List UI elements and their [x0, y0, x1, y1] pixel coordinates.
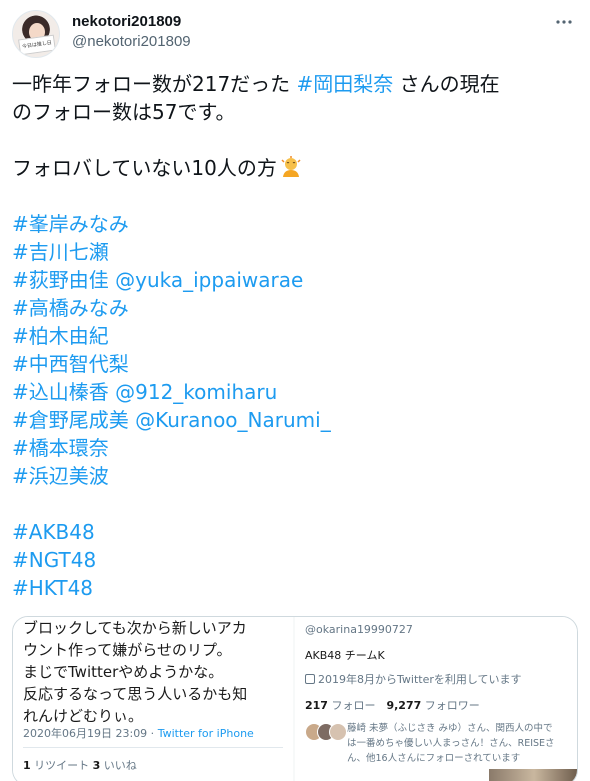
hashtag-link[interactable]: #岡田梨奈: [297, 72, 394, 96]
screenshot-tweet-text: ブロックしても次から新しいアカ ウント作って嫌がらせのリプ。 まじでTwitte…: [23, 617, 289, 727]
tweet-text: さんの現在: [393, 72, 500, 96]
hashtag-link[interactable]: #峯岸みなみ: [12, 212, 129, 236]
following-count: 217: [305, 699, 328, 712]
author-names: nekotori201809 @nekotori201809: [72, 12, 191, 52]
timestamp-text: 2020年06月19日 23:09 ·: [23, 727, 158, 740]
tweet-line-3: フォロバしていない10人の方: [12, 154, 578, 182]
profile-joined: 2019年8月からTwitterを利用しています: [305, 671, 522, 687]
hashtag-link[interactable]: #AKB48: [12, 518, 578, 546]
media-image-profile-screenshot[interactable]: @okarina19990727 AKB48 チームK 2019年8月からTwi…: [295, 617, 577, 781]
tweet-text: フォロバしていない10人の方: [12, 156, 277, 180]
tweet-text: 一昨年フォロー数が217だった: [12, 72, 297, 96]
author-avatar[interactable]: 今日は推し日: [12, 10, 60, 58]
media-image-tweet-screenshot[interactable]: ブロックしても次から新しいアカ ウント作って嫌がらせのリプ。 まじでTwitte…: [13, 617, 293, 781]
hashtag-link[interactable]: #中西智代梨: [12, 352, 129, 376]
hashtag-link[interactable]: #柏木由紀: [12, 324, 109, 348]
screenshot-text-line: ブロックしても次から新しいアカ: [23, 619, 247, 637]
screenshot-text-line: ウント作って嫌がらせのリプ。: [23, 641, 232, 659]
mention-link[interactable]: @Kuranoo_Narumi_: [129, 408, 331, 432]
mention-link[interactable]: @yuka_ippaiwarae: [109, 268, 303, 292]
screenshot-text-line: まじでTwitterやめようかな。: [23, 663, 224, 681]
attached-media[interactable]: ブロックしても次から新しいアカ ウント作って嫌がらせのリプ。 まじでTwitte…: [12, 616, 578, 781]
photo-strip: [489, 769, 577, 781]
tweet-body: 一昨年フォロー数が217だった #岡田梨奈 さんの現在 のフォロー数は57です。…: [12, 70, 578, 602]
followers-label: フォロワー: [421, 699, 480, 712]
mention-line: #込山榛香 @912_komiharu: [12, 378, 578, 406]
like-label: いいね: [100, 759, 137, 772]
hashtag-link[interactable]: #荻野由佳: [12, 268, 109, 292]
retweet-count: 1: [23, 759, 31, 772]
hashtag-link[interactable]: #NGT48: [12, 546, 578, 574]
profile-bio: AKB48 チームK: [305, 649, 385, 662]
retweet-label: リツイート: [30, 759, 93, 772]
hashtag-link[interactable]: #吉川七瀬: [12, 240, 109, 264]
group-tag-list: #AKB48 #NGT48 #HKT48: [12, 518, 578, 602]
screenshot-stats: 1 リツイート 3 いいね: [23, 757, 137, 773]
profile-handle: @okarina19990727: [305, 623, 413, 636]
hashtag-link[interactable]: #込山榛香: [12, 380, 109, 404]
joined-text: 2019年8月からTwitterを利用しています: [318, 673, 522, 686]
mention-line: #高橋みなみ: [12, 294, 578, 322]
followed-by-line: は一番めちゃ優しい人まっさん！さん、REISEさ: [347, 738, 555, 749]
profile-counts: 217 フォロー 9,277 フォロワー: [305, 697, 480, 713]
tweet-header: 今日は推し日 nekotori201809 @nekotori201809: [12, 10, 578, 58]
mention-line: #柏木由紀: [12, 322, 578, 350]
more-horizontal-icon[interactable]: [554, 12, 574, 32]
person-bowing-emoji: [279, 155, 303, 179]
avatar-sign: 今日は推し日: [18, 34, 56, 56]
screenshot-text-line: れんけどむりぃ。: [23, 707, 144, 725]
mention-line: #吉川七瀬: [12, 238, 578, 266]
hashtag-link[interactable]: #倉野尾成美: [12, 408, 129, 432]
mention-line: #荻野由佳 @yuka_ippaiwarae: [12, 266, 578, 294]
followed-by-line: 藤崎 未夢（ふじさき みゆ）さん、関西人の中で: [347, 723, 553, 734]
author-handle[interactable]: @nekotori201809: [72, 32, 191, 52]
hashtag-link[interactable]: #橋本環奈: [12, 436, 109, 460]
following-label: フォロー: [327, 699, 387, 712]
tweet-line-1: 一昨年フォロー数が217だった #岡田梨奈 さんの現在: [12, 70, 578, 98]
mention-line: #峯岸みなみ: [12, 210, 578, 238]
mention-list: #峯岸みなみ #吉川七瀬 #荻野由佳 @yuka_ippaiwarae #高橋み…: [12, 210, 578, 490]
mention-line: #倉野尾成美 @Kuranoo_Narumi_: [12, 406, 578, 434]
mention-line: #中西智代梨: [12, 350, 578, 378]
mention-line: #浜辺美波: [12, 462, 578, 490]
calendar-icon: [305, 674, 315, 684]
hashtag-link[interactable]: #HKT48: [12, 574, 578, 602]
divider: [23, 747, 283, 748]
hashtag-link[interactable]: #高橋みなみ: [12, 296, 129, 320]
screenshot-timestamp: 2020年06月19日 23:09 · Twitter for iPhone: [23, 725, 254, 741]
mention-link[interactable]: @912_komiharu: [109, 380, 277, 404]
followers-count: 9,277: [386, 699, 422, 712]
author-display-name[interactable]: nekotori201809: [72, 12, 191, 32]
hashtag-link[interactable]: #浜辺美波: [12, 464, 109, 488]
screenshot-text-line: 反応するなって思う人いるかも知: [23, 685, 248, 703]
via-client: Twitter for iPhone: [157, 727, 254, 740]
followed-by-text: 藤崎 未夢（ふじさき みゆ）さん、関西人の中で は一番めちゃ優しい人まっさん！さ…: [347, 721, 575, 766]
follower-avatar: [329, 723, 347, 741]
followed-by-line: ん、他16人さんにフォローされています: [347, 753, 521, 764]
tweet-line-2: のフォロー数は57です。: [12, 100, 236, 124]
mention-line: #橋本環奈: [12, 434, 578, 462]
